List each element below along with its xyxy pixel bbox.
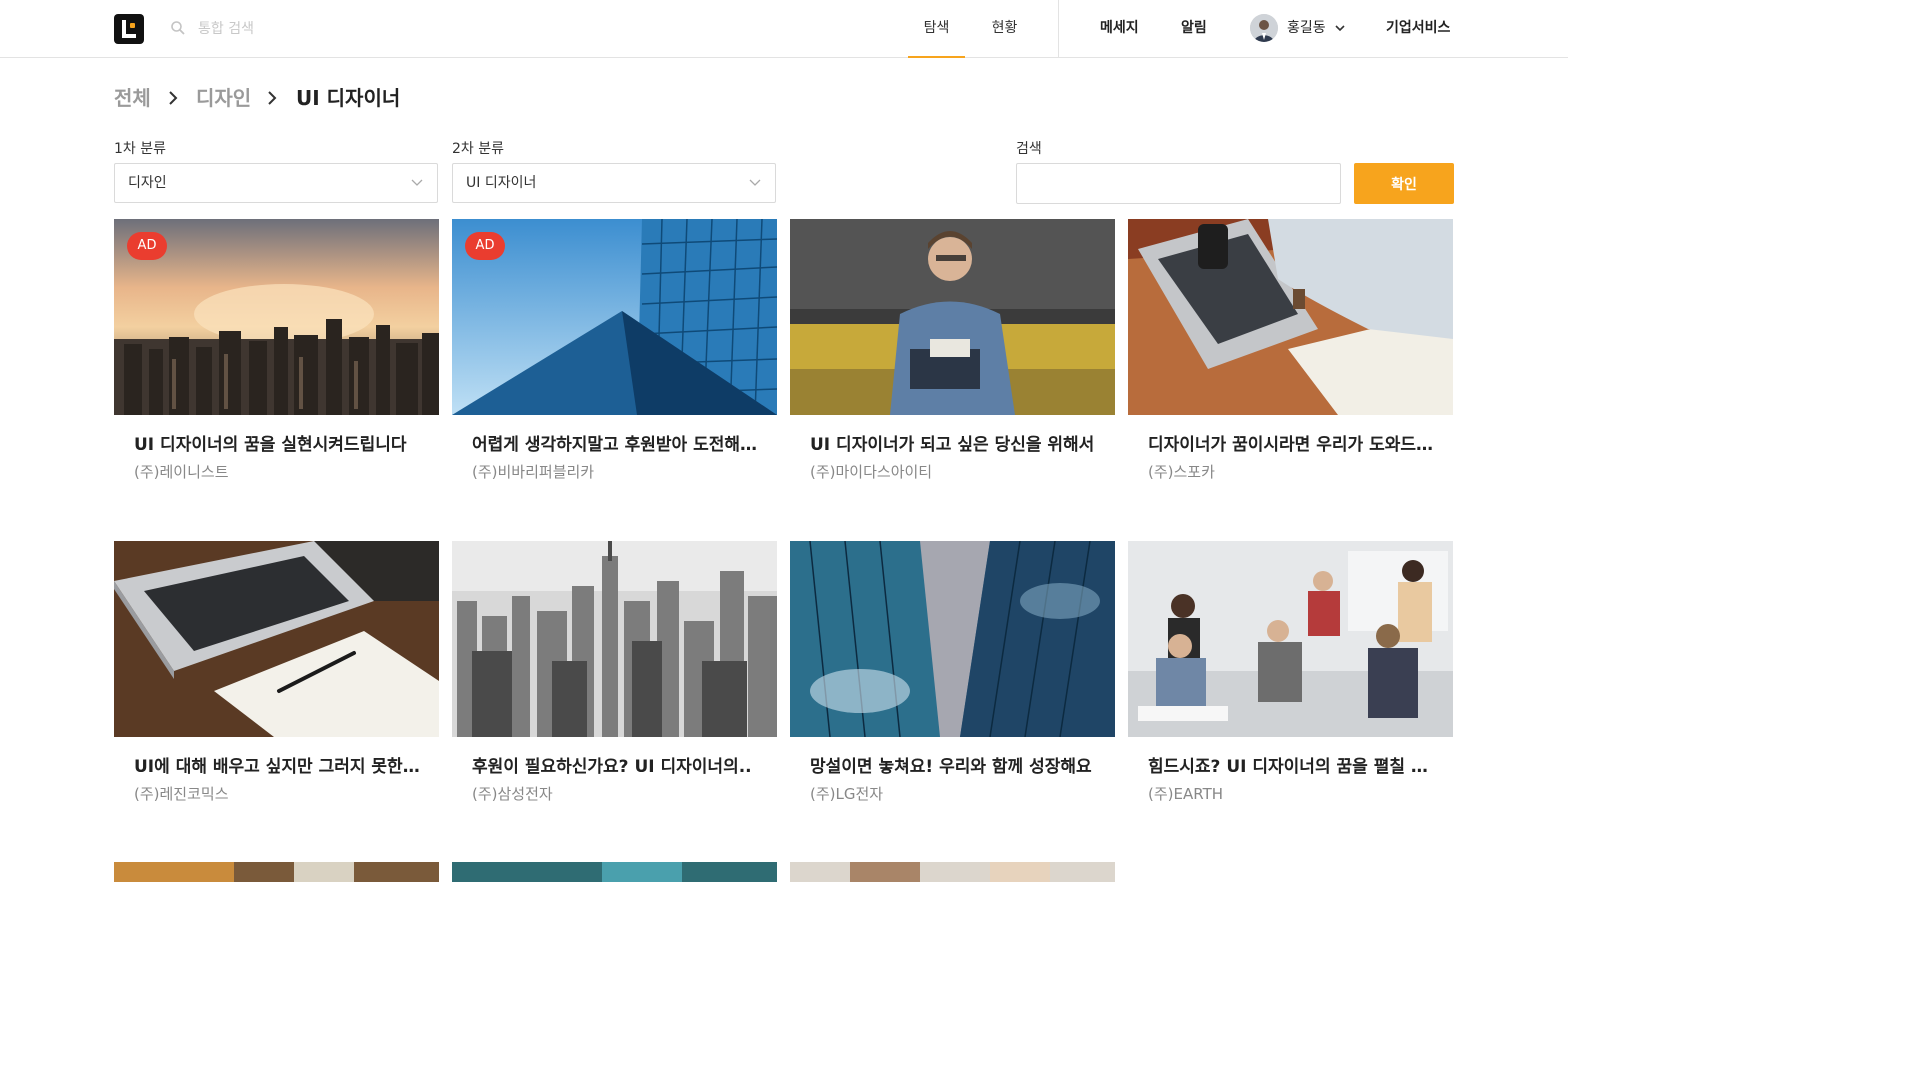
chevron-down-icon (749, 179, 761, 186)
job-card[interactable]: AD 어렵게 생각하지말고 후원받아 도전해보세요 (주)비바리퍼블리카 (452, 219, 777, 509)
card-company: (주)레이니스트 (134, 463, 229, 481)
keyword-search-input[interactable] (1016, 163, 1341, 204)
job-card[interactable]: 힘드시죠? UI 디자이너의 꿈을 펼칠 수 있습니다 (주)EARTH (1128, 541, 1453, 831)
breadcrumb-item-all[interactable]: 전체 (114, 84, 151, 112)
card-title: 디자이너가 꿈이시라면 우리가 도와드립니다 (1148, 435, 1443, 455)
avatar[interactable] (1250, 14, 1278, 42)
chevron-down-icon (411, 179, 423, 186)
chevron-down-icon[interactable] (1334, 22, 1346, 34)
user-name[interactable]: 홍길동 (1287, 0, 1326, 57)
card-thumbnail (790, 219, 1115, 415)
global-search-input[interactable] (196, 14, 500, 44)
card-company: (주)레진코믹스 (134, 785, 229, 803)
job-card[interactable]: 망설이면 놓쳐요! 우리와 함께 성장해요 (주)LG전자 (790, 541, 1115, 831)
card-thumbnail (790, 541, 1115, 737)
ad-badge: AD (465, 232, 505, 260)
card-thumbnail (1128, 219, 1453, 415)
card-thumbnail (114, 541, 439, 737)
tab-status[interactable]: 현황 (976, 0, 1033, 57)
confirm-button[interactable]: 확인 (1354, 163, 1454, 204)
card-title: 힘드시죠? UI 디자이너의 꿈을 펼칠 수 있습니다 (1148, 757, 1443, 777)
card-thumbnail-partial[interactable] (114, 862, 439, 882)
card-thumbnail (452, 541, 777, 737)
second-category-value: UI 디자이너 (466, 175, 537, 191)
business-service-link[interactable]: 기업서비스 (1386, 0, 1450, 57)
logo-icon[interactable] (114, 14, 144, 44)
second-category-select[interactable]: UI 디자이너 (452, 163, 776, 203)
breadcrumb-item-current: UI 디자이너 (296, 86, 401, 110)
first-category-label: 1차 분류 (114, 141, 166, 157)
messages-link[interactable]: 메세지 (1100, 0, 1139, 57)
card-company: (주)비바리퍼블리카 (472, 463, 595, 481)
header-divider (1058, 0, 1059, 57)
ad-badge: AD (127, 232, 167, 260)
card-title: UI에 대해 배우고 싶지만 그러지 못한다면 (134, 757, 429, 777)
card-thumbnail (1128, 541, 1453, 737)
second-category-label: 2차 분류 (452, 141, 504, 157)
first-category-value: 디자인 (128, 175, 167, 191)
card-title: 망설이면 놓쳐요! 우리와 함께 성장해요 (810, 757, 1092, 777)
chevron-right-icon (268, 91, 277, 105)
card-title: 어렵게 생각하지말고 후원받아 도전해보세요 (472, 435, 767, 455)
breadcrumb-item-design[interactable]: 디자인 (196, 84, 251, 112)
card-company: (주)스포카 (1148, 463, 1215, 481)
card-company: (주)삼성전자 (472, 785, 553, 803)
card-company: (주)LG전자 (810, 785, 884, 803)
search-icon (171, 21, 185, 35)
card-company: (주)EARTH (1148, 785, 1224, 803)
alerts-link[interactable]: 알림 (1181, 0, 1207, 57)
card-thumbnail: AD (452, 219, 777, 415)
job-card[interactable]: UI에 대해 배우고 싶지만 그러지 못한다면 (주)레진코믹스 (114, 541, 439, 831)
card-thumbnail: AD (114, 219, 439, 415)
job-card[interactable]: 후원이 필요하신가요? UI 디자이너의.. (주)삼성전자 (452, 541, 777, 831)
keyword-search-label: 검색 (1016, 141, 1042, 157)
card-thumbnail-partial[interactable] (452, 862, 777, 882)
card-title: UI 디자이너의 꿈을 실현시켜드립니다 (134, 435, 407, 455)
chevron-right-icon (169, 91, 178, 105)
top-header: 탐색 현황 메세지 알림 홍길동 기업서비스 (0, 0, 1568, 58)
first-category-select[interactable]: 디자인 (114, 163, 438, 203)
card-title: 후원이 필요하신가요? UI 디자이너의.. (472, 757, 752, 777)
job-card[interactable]: UI 디자이너가 되고 싶은 당신을 위해서 (주)마이다스아이티 (790, 219, 1115, 509)
tab-explore[interactable]: 탐색 (908, 0, 965, 58)
job-card[interactable]: 디자이너가 꿈이시라면 우리가 도와드립니다 (주)스포카 (1128, 219, 1453, 509)
job-card[interactable]: AD UI 디자이너의 꿈을 실현시켜드립니다 (주)레이니스트 (114, 219, 439, 509)
card-title: UI 디자이너가 되고 싶은 당신을 위해서 (810, 435, 1095, 455)
card-thumbnail-partial[interactable] (790, 862, 1115, 882)
card-company: (주)마이다스아이티 (810, 463, 933, 481)
